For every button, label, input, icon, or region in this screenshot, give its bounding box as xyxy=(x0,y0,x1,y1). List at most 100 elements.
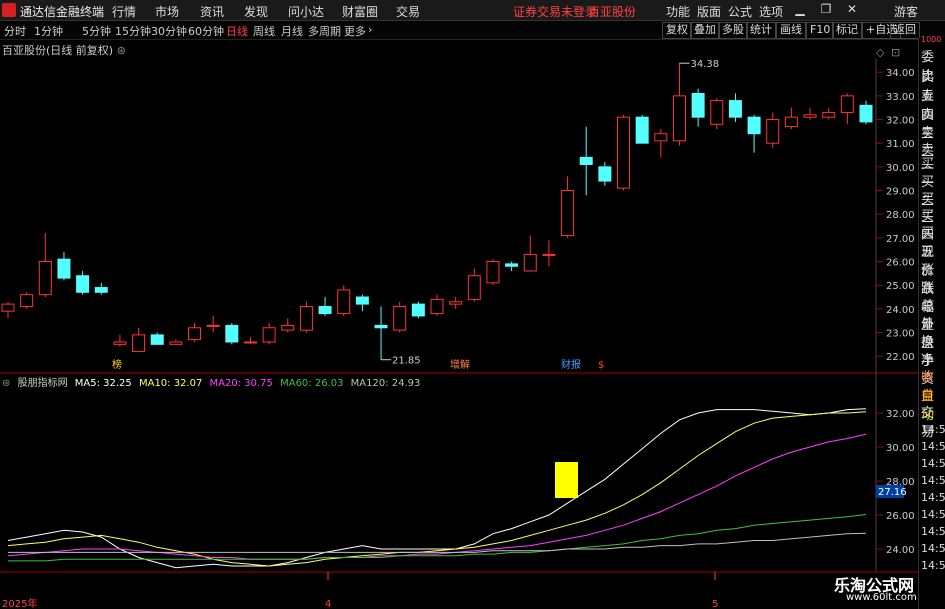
candle[interactable] xyxy=(94,282,108,295)
minimize-icon[interactable]: ▁ xyxy=(792,2,808,18)
event-marker-dividend[interactable]: $ xyxy=(598,360,604,371)
menu-layout[interactable]: 版面 xyxy=(697,3,721,20)
candle[interactable] xyxy=(523,235,537,272)
candle[interactable] xyxy=(617,114,631,191)
candle[interactable] xyxy=(281,318,295,333)
indicator-name[interactable]: 股朋指标网 xyxy=(18,378,68,389)
candle[interactable] xyxy=(467,268,481,302)
event-marker-report[interactable]: 财报 xyxy=(561,358,581,371)
period-tab-1min[interactable]: 1分钟 xyxy=(34,23,63,39)
menu-market[interactable]: 行情 xyxy=(112,3,136,20)
period-tab-monthly[interactable]: 月线 xyxy=(281,23,303,39)
restore-icon[interactable]: ❐ xyxy=(818,2,834,18)
app-name: 通达信金融终端 xyxy=(20,5,105,19)
candle[interactable] xyxy=(766,112,780,148)
candle[interactable] xyxy=(76,270,90,295)
candle[interactable] xyxy=(337,285,351,316)
candle[interactable] xyxy=(1,301,15,319)
candle[interactable] xyxy=(206,315,220,333)
candle[interactable] xyxy=(355,294,369,312)
candle-body xyxy=(617,116,631,189)
multi-stock-button[interactable]: 多股 xyxy=(718,22,748,39)
f10-button[interactable]: F10 xyxy=(806,22,835,39)
trade-login-status[interactable]: 证券交易未登录 xyxy=(513,3,597,20)
signal-block xyxy=(555,462,578,498)
candlestick-chart[interactable]: 34.38 21.85 34.00 33.00 32.00 31.00 30.00 29.0… xyxy=(0,38,918,609)
period-tab-30min[interactable]: 30分钟 xyxy=(151,23,187,39)
candle[interactable] xyxy=(822,107,836,120)
candle[interactable] xyxy=(784,107,798,129)
candle[interactable] xyxy=(113,334,127,347)
candle[interactable] xyxy=(505,261,519,271)
period-tab-60min[interactable]: 60分钟 xyxy=(188,23,224,39)
period-tab-15min[interactable]: 15分钟 xyxy=(115,23,151,39)
candle[interactable] xyxy=(430,294,444,316)
draw-line-button[interactable]: 画线 xyxy=(776,22,806,39)
settings-circle-icon[interactable]: ⊛ xyxy=(2,378,10,389)
candle[interactable] xyxy=(840,93,854,125)
event-marker-unlock[interactable]: 增解 xyxy=(450,358,470,371)
period-tab-more[interactable]: 更多 xyxy=(344,23,366,39)
diamond-icon[interactable]: ◇ xyxy=(876,46,885,59)
candle[interactable] xyxy=(672,63,686,146)
event-marker-ranking[interactable]: 榜 xyxy=(112,358,122,371)
candle[interactable] xyxy=(486,259,500,286)
candle[interactable] xyxy=(598,162,612,186)
candle[interactable] xyxy=(20,292,34,309)
period-tab-5min[interactable]: 5分钟 xyxy=(82,23,111,39)
candle[interactable] xyxy=(747,114,761,153)
guest-user[interactable]: 游客 xyxy=(894,3,918,20)
candle-body xyxy=(598,166,612,182)
back-button[interactable]: 返回 xyxy=(890,22,920,39)
close-icon[interactable]: ✕ xyxy=(844,2,860,18)
candle[interactable] xyxy=(38,233,52,298)
candle[interactable] xyxy=(561,176,575,238)
candle[interactable] xyxy=(150,332,164,345)
candle[interactable] xyxy=(635,114,649,144)
adjust-button[interactable]: 复权 xyxy=(662,22,692,39)
candle[interactable] xyxy=(728,93,742,122)
overlay-button[interactable]: 叠加 xyxy=(690,22,720,39)
candle[interactable] xyxy=(188,323,202,342)
candle[interactable] xyxy=(374,306,388,360)
candle[interactable] xyxy=(654,128,668,158)
menu-options[interactable]: 选项 xyxy=(759,3,783,20)
candle-body xyxy=(355,296,369,305)
mark-button[interactable]: 标记 xyxy=(832,22,862,39)
menu-formula[interactable]: 公式 xyxy=(728,3,752,20)
candle[interactable] xyxy=(132,327,146,352)
candle[interactable] xyxy=(393,301,407,333)
menu-function[interactable]: 功能 xyxy=(666,3,690,20)
candle[interactable] xyxy=(411,301,425,319)
indicator-legend: ⊛ 股朋指标网 MA5: 32.25 MA10: 32.07 MA20: 30.… xyxy=(2,374,424,389)
chevron-right-icon[interactable]: › xyxy=(368,23,372,36)
candle[interactable] xyxy=(57,252,71,281)
candle[interactable] xyxy=(225,323,239,345)
candle[interactable] xyxy=(542,240,556,267)
menu-wealth[interactable]: 财富圈 xyxy=(342,3,378,20)
date-label-apr: 4 xyxy=(325,599,331,609)
menu-discover[interactable]: 发现 xyxy=(244,3,268,20)
candle[interactable] xyxy=(169,339,183,345)
candle[interactable] xyxy=(262,323,276,345)
candle[interactable] xyxy=(710,98,724,129)
window-icon[interactable]: ⊡ xyxy=(891,46,900,59)
period-tab-daily[interactable]: 日线 xyxy=(226,23,248,39)
period-tab-multi[interactable]: 多周期 xyxy=(308,23,341,39)
menu-news[interactable]: 资讯 xyxy=(200,3,224,20)
period-tab-intraday[interactable]: 分时 xyxy=(4,23,26,39)
candle[interactable] xyxy=(691,88,705,127)
candle[interactable] xyxy=(449,297,463,309)
menu-markets[interactable]: 市场 xyxy=(155,3,179,20)
candle[interactable] xyxy=(579,126,593,196)
candle[interactable] xyxy=(803,107,817,120)
period-tab-weekly[interactable]: 周线 xyxy=(253,23,275,39)
candle-body xyxy=(299,305,313,331)
menu-trade[interactable]: 交易 xyxy=(396,3,420,20)
candle[interactable] xyxy=(318,297,332,316)
menu-ask[interactable]: 问小达 xyxy=(288,3,324,20)
candle[interactable] xyxy=(299,301,313,333)
candle[interactable] xyxy=(243,337,257,345)
statistics-button[interactable]: 统计 xyxy=(746,22,776,39)
candle[interactable] xyxy=(859,100,873,125)
